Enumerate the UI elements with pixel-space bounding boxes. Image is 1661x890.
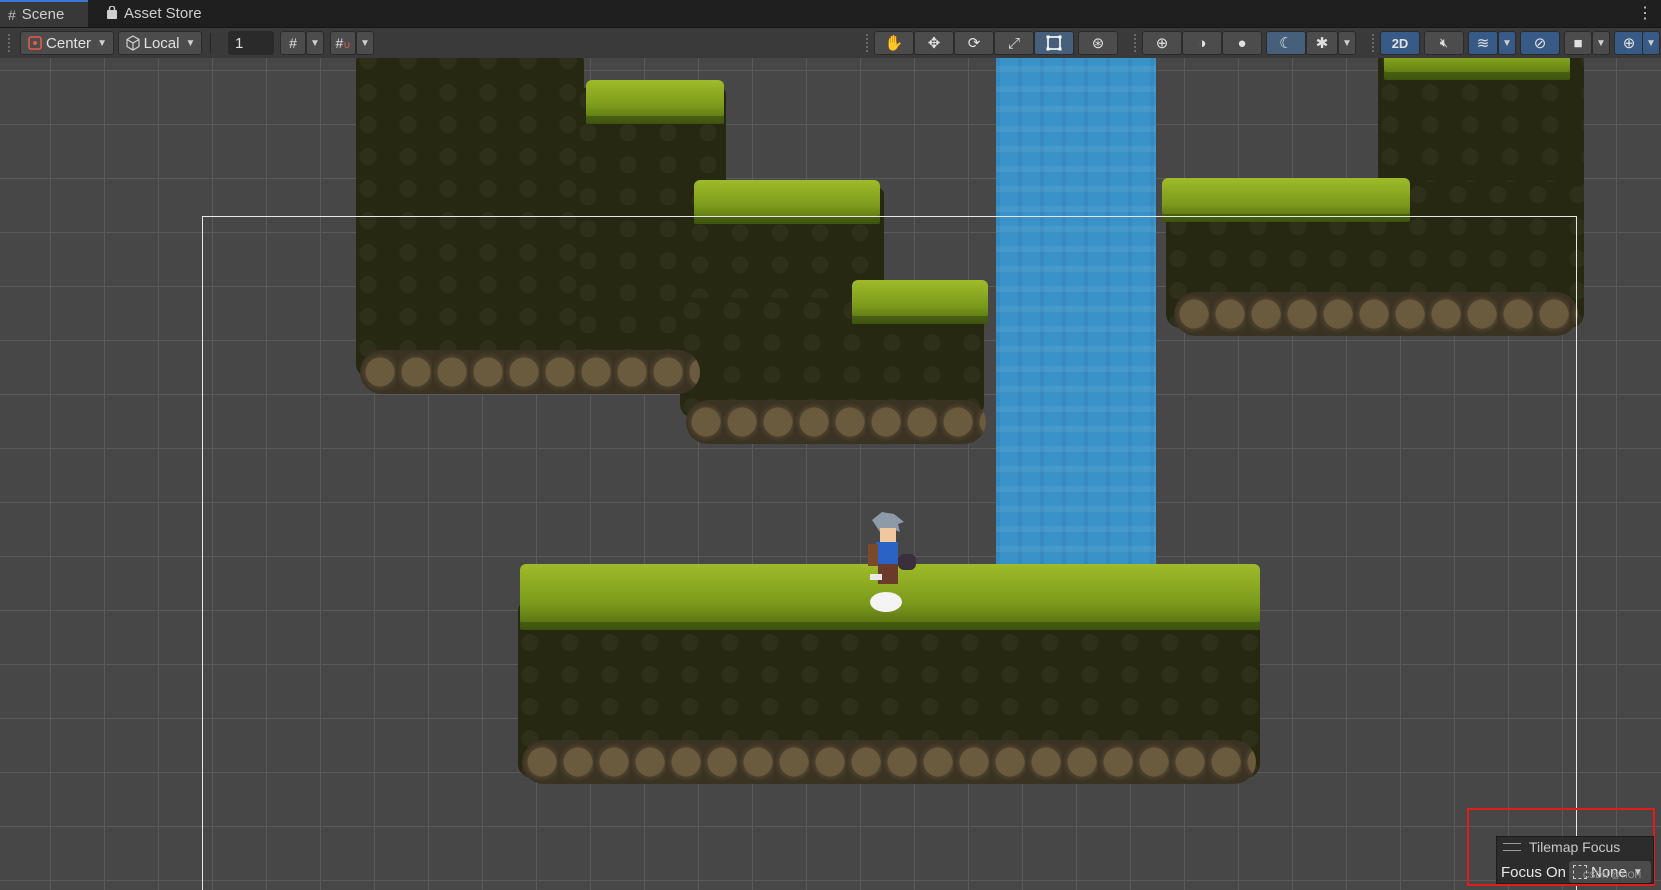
chevron-down-icon: ▼ bbox=[360, 37, 370, 49]
camera-icon: ■ bbox=[1573, 34, 1583, 52]
hand-icon: ✋ bbox=[884, 35, 904, 52]
chevron-down-icon: ▼ bbox=[1502, 37, 1512, 49]
gizmos-button[interactable]: ⊕ bbox=[1614, 31, 1644, 55]
pivot-rotation-label: Local bbox=[143, 34, 180, 52]
tilemap-focus-title: Tilemap Focus bbox=[1529, 839, 1621, 855]
drag-handle-icon bbox=[1503, 843, 1521, 851]
rotate-tool-button[interactable]: ⟳ bbox=[954, 31, 994, 55]
pivot-center-icon bbox=[28, 36, 42, 50]
chevron-down-icon: ▼ bbox=[310, 37, 320, 49]
pivot-mode-dropdown[interactable]: Center ▼ bbox=[20, 31, 114, 55]
chevron-down-icon: ▼ bbox=[1342, 37, 1352, 49]
more-options-icon[interactable]: ⋮ bbox=[1637, 3, 1653, 23]
rect-transform-icon bbox=[1046, 35, 1062, 51]
camera-settings-dropdown[interactable]: ▼ bbox=[1592, 31, 1610, 55]
scene-viewport[interactable]: Tilemap Focus Focus On None ▼ CSDN @TlOH bbox=[0, 58, 1661, 890]
wireframe-draw-mode-button[interactable]: ⊕ bbox=[1142, 31, 1182, 55]
bug-icon: ✱ bbox=[1315, 35, 1329, 52]
grid-icon: # bbox=[8, 6, 16, 23]
layers-icon: ≋ bbox=[1476, 35, 1490, 52]
grass-platform-top-1 bbox=[586, 80, 724, 124]
speaker-muted-icon: 🔇︎ bbox=[1439, 35, 1449, 50]
scene-toolbar: Center ▼ Local ▼ 1 # ▼ #∪ ▼ ✋ ✥ ⟳ ⤢ ⊛ ⊕ … bbox=[0, 28, 1661, 59]
chevron-down-icon: ▼ bbox=[1646, 37, 1656, 49]
focus-on-label: Focus On bbox=[1501, 863, 1567, 881]
debug-draw-dropdown[interactable]: ▼ bbox=[1338, 31, 1356, 55]
eye-slash-icon: ⊘ bbox=[1533, 35, 1547, 52]
cube-icon bbox=[126, 35, 140, 51]
toolbar-grip-handle[interactable] bbox=[1134, 34, 1140, 52]
effects-dropdown[interactable]: ▼ bbox=[1498, 31, 1516, 55]
shaded-wireframe-icon: ◑ bbox=[1197, 34, 1207, 52]
scale-tool-button[interactable]: ⤢ bbox=[994, 31, 1034, 55]
move-tool-button[interactable]: ✥ bbox=[914, 31, 954, 55]
shaded-wireframe-button[interactable]: ◑ bbox=[1182, 31, 1222, 55]
grid-snap-dropdown[interactable]: ▼ bbox=[306, 31, 324, 55]
watermark-text: CSDN @TlOH bbox=[1583, 870, 1642, 880]
bag-icon bbox=[106, 4, 118, 22]
moon-icon: ☾ bbox=[1279, 35, 1293, 52]
scene-visibility-button[interactable]: ⊘ bbox=[1520, 31, 1560, 55]
toggle-2d-label: 2D bbox=[1391, 35, 1409, 51]
toolbar-separator bbox=[210, 33, 211, 53]
grid-magnet-icon: #∪ bbox=[335, 35, 351, 51]
shaded-draw-mode-button[interactable]: ● bbox=[1222, 31, 1262, 55]
wireframe-sphere-icon: ⊕ bbox=[1155, 35, 1169, 52]
rotate-icon: ⟳ bbox=[967, 35, 981, 52]
snap-settings-dropdown[interactable]: ▼ bbox=[356, 31, 374, 55]
chevron-down-icon: ▼ bbox=[97, 37, 107, 49]
grid-snap-button[interactable]: # bbox=[280, 31, 306, 55]
grid-increment-value: 1 bbox=[235, 34, 244, 52]
pivot-mode-label: Center bbox=[46, 34, 92, 52]
rect-tool-button[interactable] bbox=[1034, 31, 1074, 55]
camera-settings-button[interactable]: ■ bbox=[1564, 31, 1592, 55]
grass-platform-top-right bbox=[1384, 58, 1570, 80]
audio-mute-button[interactable]: 🔇︎ bbox=[1424, 31, 1464, 55]
pivot-rotation-dropdown[interactable]: Local ▼ bbox=[118, 31, 202, 55]
tab-scene[interactable]: # Scene bbox=[0, 0, 88, 27]
toolbar-grip-handle[interactable] bbox=[1372, 34, 1378, 52]
tab-scene-label: Scene bbox=[21, 6, 65, 23]
tilemap-focus-header[interactable]: Tilemap Focus bbox=[1497, 837, 1653, 857]
transform-tool-button[interactable]: ⊛ bbox=[1078, 31, 1118, 55]
lighting-mode-button[interactable]: ☾ bbox=[1266, 31, 1306, 55]
player-character-sprite[interactable] bbox=[854, 510, 932, 618]
move-arrows-icon: ✥ bbox=[927, 35, 941, 52]
transform-icon: ⊛ bbox=[1091, 35, 1105, 52]
snap-to-grid-button[interactable]: #∪ bbox=[330, 31, 356, 55]
view-tool-button[interactable]: ✋ bbox=[874, 31, 914, 55]
gizmo-globe-icon: ⊕ bbox=[1622, 35, 1636, 52]
focus-on-row: Focus On bbox=[1497, 861, 1566, 883]
chevron-down-icon: ▼ bbox=[1596, 37, 1606, 49]
effects-button[interactable]: ≋ bbox=[1468, 31, 1498, 55]
tab-asset-store-label: Asset Store bbox=[124, 5, 202, 22]
tab-asset-store[interactable]: Asset Store bbox=[98, 0, 218, 27]
grid-axis-icon: # bbox=[289, 35, 297, 51]
chevron-down-icon: ▼ bbox=[185, 37, 196, 49]
gizmos-dropdown[interactable]: ▼ bbox=[1642, 31, 1660, 55]
shaded-sphere-icon: ● bbox=[1237, 34, 1247, 52]
scale-icon: ⤢ bbox=[1007, 34, 1020, 52]
toolbar-grip-handle[interactable] bbox=[866, 34, 872, 52]
window-tab-bar: # Scene Asset Store ⋮ bbox=[0, 0, 1661, 28]
debug-draw-button[interactable]: ✱ bbox=[1306, 31, 1338, 55]
toggle-2d-button[interactable]: 2D bbox=[1380, 31, 1420, 55]
toolbar-grip-handle[interactable] bbox=[8, 34, 14, 52]
grid-increment-field[interactable]: 1 bbox=[228, 31, 274, 55]
